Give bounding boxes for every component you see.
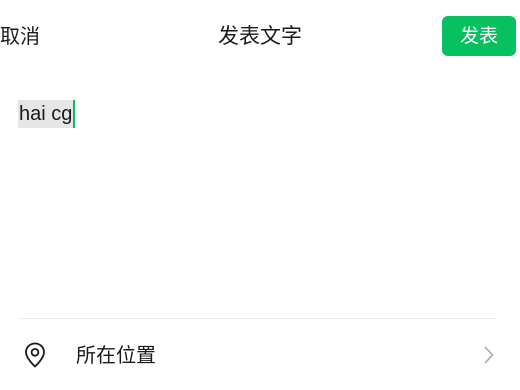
chevron-right-icon (484, 346, 494, 364)
post-text-screen: 取消 发表文字 发表 hai cg 所在位置 (0, 0, 520, 390)
editor-text-content[interactable]: hai cg (18, 100, 74, 128)
text-caret (73, 100, 76, 128)
location-row[interactable]: 所在位置 (0, 319, 520, 390)
location-pin-icon (24, 342, 46, 368)
text-editor[interactable]: hai cg (18, 100, 498, 280)
publish-button[interactable]: 发表 (442, 16, 516, 56)
top-nav-bar: 取消 发表文字 发表 (0, 0, 520, 74)
location-label: 所在位置 (76, 343, 156, 367)
